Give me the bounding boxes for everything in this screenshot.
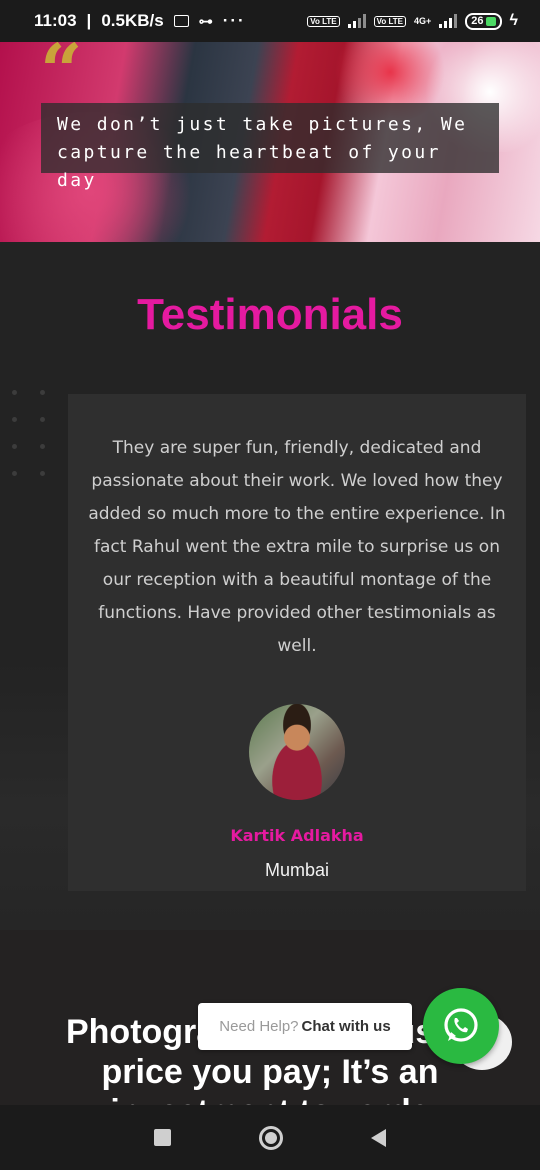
signal-icon-2	[439, 14, 458, 28]
chat-cta: Chat with us	[301, 1018, 391, 1035]
testimonial-author-name: Kartik Adlakha	[230, 826, 364, 845]
network-type: 4G+	[414, 16, 432, 26]
back-triangle-icon[interactable]	[371, 1128, 386, 1147]
quote-mark-icon: “	[40, 42, 83, 115]
volte-icon: Vo LTE	[307, 15, 340, 27]
more-icon: ···	[222, 11, 246, 30]
avatar	[249, 704, 345, 800]
whatsapp-icon	[444, 1008, 478, 1042]
screen-record-icon	[173, 15, 189, 27]
charging-icon: ϟ	[509, 12, 518, 29]
hero-image: “ We don’t just take pictures, We captur…	[0, 42, 540, 242]
volte-icon-2: Vo LTE	[373, 15, 407, 27]
testimonial-card: They are super fun, friendly, dedicated …	[68, 394, 526, 891]
status-time: 11:03	[34, 11, 77, 30]
network-speed: 0.5KB/s	[101, 11, 164, 30]
chat-help-bubble[interactable]: Need Help? Chat with us	[198, 1003, 412, 1050]
system-navigation-bar	[0, 1105, 540, 1170]
recents-square-icon[interactable]	[154, 1129, 171, 1146]
key-icon: ⊶	[198, 12, 213, 29]
decorative-dots	[12, 390, 46, 476]
battery-level: 26	[471, 15, 484, 27]
testimonials-title: Testimonials	[137, 290, 403, 339]
status-bar: 11:03 | 0.5KB/s ⊶ ··· Vo LTE Vo LTE 4G+ …	[0, 0, 540, 42]
status-separator: |	[86, 11, 92, 30]
signal-icon	[347, 14, 366, 28]
home-circle-icon[interactable]	[259, 1125, 283, 1150]
testimonial-author-city: Mumbai	[264, 860, 330, 880]
hero-caption: We don’t just take pictures, We capture …	[41, 103, 499, 191]
testimonial-quote: They are super fun, friendly, dedicated …	[88, 438, 506, 656]
whatsapp-chat-button[interactable]	[423, 988, 499, 1064]
chat-prompt: Need Help?	[219, 1018, 299, 1035]
battery-icon: 26	[465, 12, 502, 30]
